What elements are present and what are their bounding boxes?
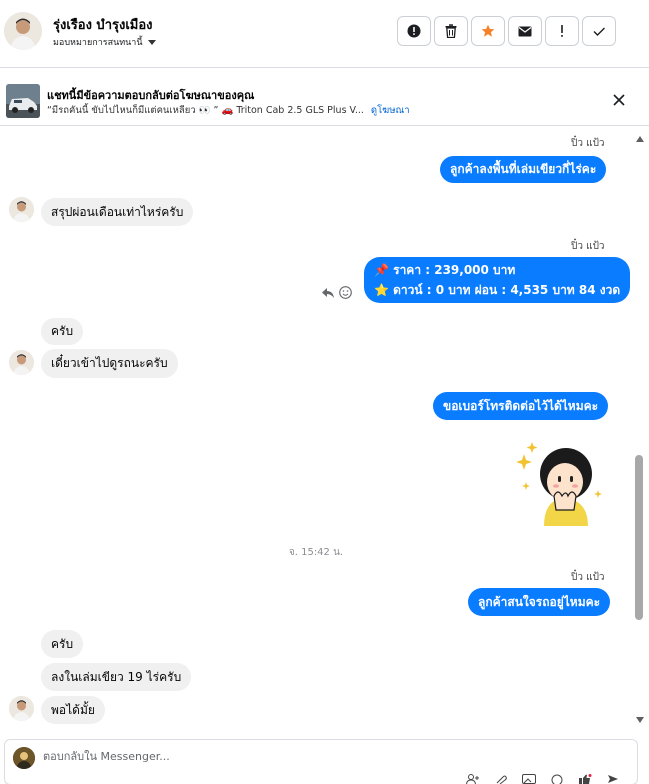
- star-icon: [481, 24, 495, 37]
- reply-input[interactable]: [43, 750, 443, 763]
- message-actions: [321, 286, 352, 299]
- emoji-icon[interactable]: [549, 772, 565, 784]
- contact-avatar-small[interactable]: [9, 197, 34, 222]
- reply-icon[interactable]: [321, 287, 335, 299]
- close-ad-banner-button[interactable]: [609, 90, 629, 110]
- message-timestamp: จ. 15:42 น.: [288, 547, 344, 558]
- scrollbar-thumb[interactable]: [635, 455, 643, 620]
- header-actions: [397, 16, 616, 46]
- react-emoji-icon[interactable]: [339, 286, 352, 299]
- thread-scrollbar[interactable]: [632, 130, 648, 730]
- send-icon[interactable]: [605, 772, 621, 784]
- ad-banner-title: แชทนี้มีข้อความตอบกลับต่อโฆษณาของคุณ: [47, 89, 255, 102]
- seen-by-label: ปิ๋ว แป้ว: [571, 138, 605, 149]
- mark-spam-button[interactable]: [397, 16, 431, 46]
- exclamation-icon: [561, 25, 563, 37]
- composer-toolbar: [465, 772, 621, 784]
- contact-name[interactable]: รุ่งเรือง บำรุงเมือง: [53, 14, 153, 35]
- star-button[interactable]: [471, 16, 505, 46]
- envelope-icon: [518, 26, 532, 36]
- delete-button[interactable]: [434, 16, 468, 46]
- ad-description: “มีรถคันนี้ ขับไปไหนก็มีแต่คนเหลียว 👀 ” …: [47, 103, 410, 118]
- incoming-message[interactable]: สรุปผ่อนเดือนเท่าไหร่ครับ: [41, 198, 194, 226]
- contact-avatar[interactable]: [4, 12, 42, 50]
- ad-description-text: “มีรถคันนี้ ขับไปไหนก็มีแต่คนเหลียว 👀 ” …: [47, 105, 364, 116]
- incoming-message[interactable]: พอได้มั้ย: [41, 696, 105, 724]
- caret-down-icon: [147, 39, 156, 45]
- view-ad-link[interactable]: ดูโฆษณา: [371, 105, 410, 116]
- ad-reply-banner: แชทนี้มีข้อความตอบกลับต่อโฆษณาของคุณ “มี…: [0, 76, 649, 126]
- assign-label: มอบหมายการสนทนานี้: [53, 38, 143, 48]
- attach-icon[interactable]: [493, 772, 509, 784]
- incoming-message[interactable]: ครับ: [41, 318, 84, 345]
- message-thread: ปิ๋ว แป้ว ลูกค้าลงพื้นที่เล่มเขียวกี่ไร่…: [0, 128, 649, 732]
- incoming-message[interactable]: ครับ: [41, 630, 84, 658]
- installment-line: ⭐ ดาวน์ : 0 บาท ผ่อน : 4,535 บาท 84 งวด: [374, 283, 621, 297]
- incoming-message[interactable]: ลงในเล่มเขียว 19 ไร่ครับ: [41, 663, 192, 691]
- sticker-message[interactable]: [514, 434, 606, 526]
- outgoing-message[interactable]: ขอเบอร์โทรติดต่อไว้ได้ไหมคะ: [433, 392, 609, 420]
- outgoing-message-price[interactable]: 📌 ราคา : 239,000 บาท ⭐ ดาวน์ : 0 บาท ผ่อ…: [364, 257, 631, 303]
- check-icon: [593, 27, 605, 36]
- like-icon[interactable]: [577, 772, 593, 784]
- outgoing-message[interactable]: ลูกค้าลงพื้นที่เล่มเขียวกี่ไร่คะ: [440, 156, 607, 183]
- seen-by-label: ปิ๋ว แป้ว: [571, 572, 605, 583]
- trash-icon: [445, 24, 457, 38]
- conversation-header: รุ่งเรือง บำรุงเมือง มอบหมายการสนทนานี้: [0, 0, 649, 68]
- image-icon[interactable]: [521, 772, 537, 784]
- incoming-message[interactable]: เดี๋ยวเข้าไปดูรถนะครับ: [41, 349, 178, 378]
- price-line: 📌 ราคา : 239,000 บาท: [374, 263, 516, 277]
- alert-circle-icon: [407, 24, 421, 38]
- follow-up-button[interactable]: [545, 16, 579, 46]
- outgoing-message[interactable]: ลูกค้าสนใจรถอยู่ไหมคะ: [468, 588, 611, 616]
- scroll-down-arrow-icon[interactable]: [636, 717, 644, 723]
- contact-avatar-small[interactable]: [9, 350, 34, 375]
- seen-by-label: ปิ๋ว แป้ว: [571, 241, 605, 252]
- assign-conversation-dropdown[interactable]: มอบหมายการสนทนานี้: [53, 35, 156, 49]
- message-composer: [4, 739, 638, 784]
- close-icon: [613, 94, 625, 106]
- contact-avatar-small[interactable]: [9, 696, 34, 721]
- mark-done-button[interactable]: [582, 16, 616, 46]
- ad-thumbnail[interactable]: [6, 84, 40, 118]
- scroll-up-arrow-icon[interactable]: [636, 136, 644, 142]
- add-person-icon[interactable]: [465, 772, 481, 784]
- girl-sticker-icon: [516, 442, 602, 526]
- page-avatar: [13, 747, 35, 769]
- mark-unread-button[interactable]: [508, 16, 542, 46]
